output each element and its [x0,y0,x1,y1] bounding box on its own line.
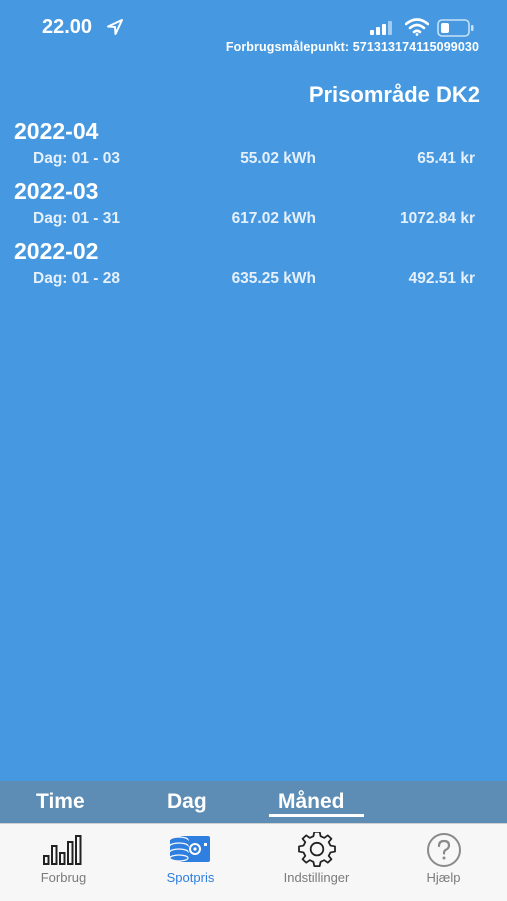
gear-icon [297,832,336,867]
period-tab-dag[interactable]: Dag [167,790,207,814]
cost-kr: 65.41 kr [417,150,475,167]
tab-forbrug[interactable]: Forbrug [0,824,127,901]
tab-label: Forbrug [40,870,87,885]
battery-icon [437,19,474,37]
period-tab-time[interactable]: Time [36,790,85,814]
price-area-title: Prisområde DK2 [308,82,480,107]
meter-point-label: Forbrugsmålepunkt: 571313174115099030 [225,40,479,54]
period-tab-maaned[interactable]: Måned [278,790,345,814]
tab-indstillinger[interactable]: Indstillinger [253,824,380,901]
tab-hjaelp[interactable]: Hjælp [380,824,507,901]
month-title: 2022-03 [14,178,99,204]
consumption-kwh: 617.02 kWh [231,210,316,227]
status-bar: 22.00 Forbrugsmålepunkt: 571313174115099… [0,0,507,60]
consumption-kwh: 635.25 kWh [231,270,316,287]
month-summary-row: Dag: 01 - 28 635.25 kWh 492.51 kr [0,270,507,290]
period-selector: Time Dag Måned [0,781,507,823]
cellular-signal-icon [370,21,392,35]
spotpris-icon [168,836,210,862]
day-range: Dag: 01 - 31 [33,210,121,227]
wifi-icon [405,18,429,36]
location-arrow-icon [107,19,123,35]
selected-period-indicator [269,814,364,817]
day-range: Dag: 01 - 03 [33,150,121,167]
month-title: 2022-04 [14,118,99,144]
tab-label: Indstillinger [283,870,350,885]
month-title: 2022-02 [14,238,99,264]
bottom-tab-bar: Forbrug Spotpris Indstillinger Hjælp [0,823,507,901]
tab-spotpris[interactable]: Spotpris [127,824,254,901]
cost-kr: 1072.84 kr [400,210,475,227]
day-range: Dag: 01 - 28 [33,270,121,287]
tab-label: Hjælp [426,870,461,885]
help-icon [426,833,461,867]
consumption-kwh: 55.02 kWh [240,150,316,167]
tab-label: Spotpris [166,870,215,885]
cost-kr: 492.51 kr [408,270,475,287]
month-summary-row: Dag: 01 - 31 617.02 kWh 1072.84 kr [0,210,507,230]
status-time: 22.00 [42,16,93,38]
month-summary-row: Dag: 01 - 03 55.02 kWh 65.41 kr [0,150,507,170]
bar-chart-icon [42,835,81,865]
